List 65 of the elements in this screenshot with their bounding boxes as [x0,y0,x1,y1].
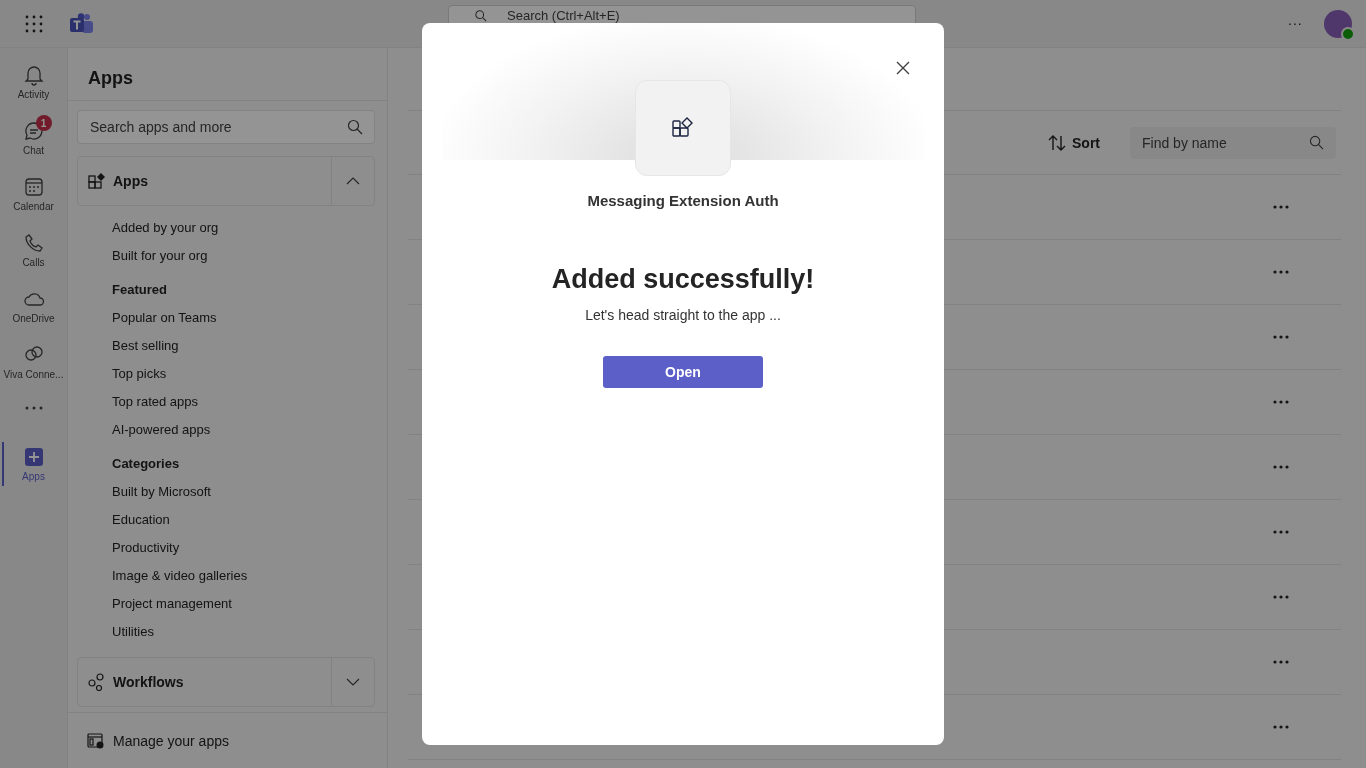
more-options-icon[interactable] [1273,400,1289,404]
chevron-down-icon [346,678,360,686]
chevron-up-icon [346,177,360,185]
more-options-icon[interactable] [1273,725,1289,729]
rail-item[interactable]: Calls [0,222,68,278]
app-name: Messaging Extension Auth [587,192,779,209]
nav-item[interactable]: Utilities [112,618,375,646]
nav-item[interactable]: AI-powered apps [112,416,375,444]
rail-item[interactable]: OneDrive [0,278,68,334]
open-button[interactable]: Open [603,356,763,388]
nav-item[interactable]: Best selling [112,332,375,360]
apps-icon [671,116,695,140]
available-status-icon [1341,27,1355,41]
more-options-icon[interactable] [1273,530,1289,534]
unread-count: 1 [35,115,52,131]
nav-item[interactable]: Top picks [112,360,375,388]
more-options-icon[interactable] [1273,660,1289,664]
rail-item[interactable]: Viva Conne... [0,334,68,390]
more-apps-icon[interactable] [24,406,43,410]
app-settings-icon [87,731,105,750]
nav-item[interactable]: Project management [112,590,375,618]
nav-item[interactable]: Education [112,506,375,534]
more-options-icon[interactable] [1273,205,1289,209]
rail-item[interactable]: Calendar [0,166,68,222]
rail-item[interactable]: Apps [0,436,68,492]
dialog-title: Added successfully! [551,264,815,295]
nav-item[interactable]: Built by Microsoft [112,478,375,506]
more-options-icon[interactable] [1273,335,1289,339]
nav-item[interactable]: Productivity [112,534,375,562]
more-options-icon[interactable] [1273,465,1289,469]
bell-icon [22,64,45,86]
plus-icon [22,446,45,468]
rail-item[interactable]: Activity [0,54,68,110]
sort-button[interactable]: Sort [1048,133,1100,152]
phone-icon [22,232,45,254]
app-launcher-icon[interactable] [25,14,43,33]
workflow-icon [88,673,106,691]
more-options-icon[interactable] [1273,595,1289,599]
nav-item[interactable]: Built for your org [112,242,375,270]
apps-icon [88,172,106,190]
calendar-icon [22,176,45,198]
search-icon [1309,134,1324,150]
nav-item[interactable]: Image & video galleries [112,562,375,590]
search-field[interactable]: Search apps and more [77,110,375,144]
search-icon [347,119,363,135]
chat-icon [22,120,45,142]
search-icon [475,10,487,22]
avatar[interactable] [1324,10,1352,38]
nav-item[interactable]: Popular on Teams [112,304,375,332]
sort-icon [1048,133,1066,152]
rail-item[interactable]: Chat 1 [0,110,68,166]
dialog-message: Let's head straight to the app ... [585,307,781,323]
group-heading: Categories [112,455,181,473]
nav-item[interactable]: Top rated apps [112,388,375,416]
group-heading: Featured [112,281,168,299]
manage-apps-link[interactable]: Manage your apps [87,731,229,750]
teams-logo-icon [70,12,94,35]
nav-item[interactable]: Added by your org [112,214,375,242]
sidebar-title: Apps [68,48,387,101]
more-options-icon[interactable] [1273,270,1289,274]
close-icon [896,61,910,75]
section-header[interactable]: Workflows [77,657,375,707]
section-header[interactable]: Apps [77,156,375,206]
find-field[interactable]: Find by name [1130,126,1336,159]
more-options-button[interactable]: ... [1288,12,1303,28]
